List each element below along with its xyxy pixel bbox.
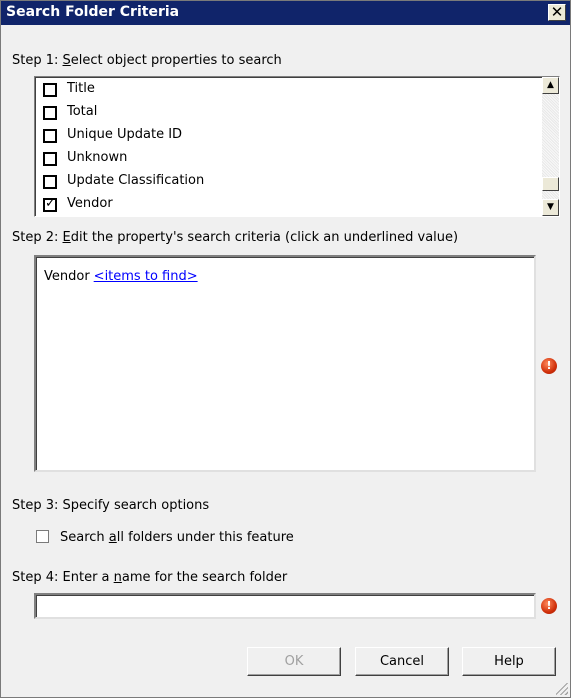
scroll-thumb[interactable] bbox=[542, 177, 559, 191]
search-all-folders-checkbox[interactable] bbox=[36, 530, 49, 543]
criteria-property: Vendor bbox=[44, 269, 90, 284]
criteria-editor[interactable]: Vendor <items to find> bbox=[34, 255, 536, 472]
ok-button[interactable]: OK bbox=[247, 647, 341, 676]
list-item-unknown[interactable]: Unknown bbox=[43, 149, 533, 169]
step2-label: Step 2: Edit the property's search crite… bbox=[12, 230, 459, 245]
items-to-find-link[interactable]: <items to find> bbox=[94, 269, 198, 284]
list-item-vendor[interactable]: ✓ Vendor bbox=[43, 195, 533, 215]
list-item-label: Update Classification bbox=[67, 173, 205, 188]
check-icon: ✓ bbox=[45, 196, 56, 211]
cancel-button[interactable]: Cancel bbox=[355, 647, 449, 676]
scroll-up-button[interactable]: ▲ bbox=[542, 77, 559, 94]
checkbox[interactable] bbox=[43, 129, 57, 143]
close-button[interactable]: ✕ bbox=[548, 4, 566, 21]
criteria-row: Vendor <items to find> bbox=[44, 269, 198, 284]
checkbox-checked[interactable]: ✓ bbox=[43, 196, 57, 212]
error-icon: ! bbox=[541, 358, 557, 374]
vertical-scrollbar[interactable]: ▲ ▼ bbox=[542, 77, 559, 216]
checkbox[interactable] bbox=[43, 175, 57, 189]
scroll-down-button[interactable]: ▼ bbox=[542, 199, 559, 216]
checkbox[interactable] bbox=[43, 83, 57, 97]
list-item-label: Vendor bbox=[67, 196, 113, 211]
step1-label: Step 1: Select object properties to sear… bbox=[12, 53, 282, 68]
properties-listbox[interactable]: Title Total Unique Update ID Unknown Upd… bbox=[34, 76, 560, 217]
arrow-down-icon: ▼ bbox=[547, 202, 554, 212]
search-folder-criteria-dialog: Search Folder Criteria ✕ Step 1: Select … bbox=[0, 0, 571, 698]
list-item-total[interactable]: Total bbox=[43, 103, 533, 123]
step3-label: Step 3: Specify search options bbox=[12, 498, 210, 513]
close-icon: ✕ bbox=[550, 3, 564, 21]
step4-label: Step 4: Enter a name for the search fold… bbox=[12, 570, 288, 585]
list-item-update-classification[interactable]: Update Classification bbox=[43, 172, 533, 192]
checkbox[interactable] bbox=[43, 152, 57, 166]
search-all-folders-label[interactable]: Search all folders under this feature bbox=[60, 530, 294, 545]
list-item-label: Title bbox=[67, 81, 95, 96]
title-bar[interactable]: Search Folder Criteria ✕ bbox=[1, 1, 570, 25]
resize-grip[interactable] bbox=[556, 683, 568, 695]
list-item-label: Unique Update ID bbox=[67, 127, 183, 142]
list-item-title[interactable]: Title bbox=[43, 80, 533, 100]
error-icon: ! bbox=[541, 598, 557, 614]
help-button[interactable]: Help bbox=[462, 647, 556, 676]
list-item-unique-update-id[interactable]: Unique Update ID bbox=[43, 126, 533, 146]
window-title: Search Folder Criteria bbox=[6, 4, 180, 20]
arrow-up-icon: ▲ bbox=[547, 80, 554, 90]
list-item-label: Total bbox=[67, 104, 98, 119]
list-item-label: Unknown bbox=[67, 150, 128, 165]
search-folder-name-input[interactable] bbox=[34, 593, 536, 619]
checkbox[interactable] bbox=[43, 106, 57, 120]
